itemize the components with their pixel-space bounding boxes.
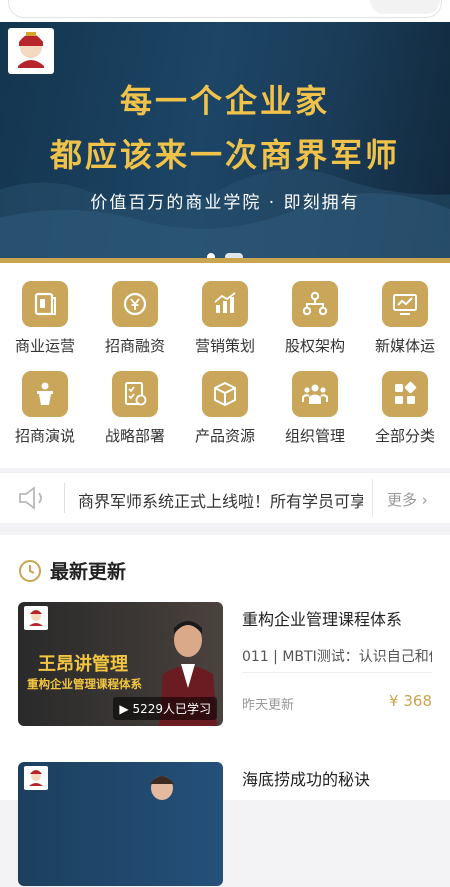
- announcement-bar[interactable]: 商界军师系统正式上线啦！所有学员可享受 更多 ›: [0, 472, 450, 523]
- brand-logo: [24, 606, 48, 630]
- course-thumbnail[interactable]: [18, 762, 223, 886]
- brand-logo: [24, 766, 48, 790]
- banner-subtitle: 价值百万的商业学院 · 即刻拥有: [90, 193, 360, 213]
- category-organization[interactable]: 组织管理: [270, 353, 360, 446]
- monitor-chart-icon: [382, 281, 428, 327]
- thumbnail-title: 王昂讲管理: [38, 654, 128, 675]
- brand-logo: [8, 28, 54, 74]
- more-link[interactable]: 更多 ›: [387, 489, 428, 510]
- checklist-icon: [112, 371, 158, 417]
- category-strategy[interactable]: 战略部署: [90, 353, 180, 446]
- top-bar: [0, 0, 450, 22]
- category-label: 招商演说: [14, 427, 75, 445]
- category-financing[interactable]: 招商融资: [90, 263, 180, 356]
- speaker-icon: [19, 486, 42, 510]
- category-label: 组织管理: [284, 427, 345, 445]
- section-title: 最新更新: [50, 561, 127, 583]
- banner-headline-1: 每一个企业家: [119, 82, 330, 120]
- latest-updates-section: 最新更新 王昂讲管理 重构企业管理课程体系 ▶ 5229人已学习 重构企业管理课…: [0, 535, 450, 886]
- learners-badge: ▶ 5229人已学习: [113, 697, 217, 720]
- chevron-right-icon: ›: [421, 491, 428, 509]
- category-marketing[interactable]: 营销策划: [180, 263, 270, 356]
- category-grid: 商业运营 招商融资 营销策划 股权架构 新媒体运 招商演说 战略部署 产品资源 …: [0, 263, 450, 468]
- grid-icon: [382, 371, 428, 417]
- document-icon: [22, 281, 68, 327]
- update-time: 昨天更新: [242, 698, 295, 713]
- learners-count: 5229人已学习: [132, 702, 211, 716]
- bar-chart-icon: [202, 281, 248, 327]
- divider: [64, 483, 65, 513]
- section-header: 最新更新: [18, 557, 126, 584]
- more-label: 更多: [387, 491, 418, 509]
- category-label: 战略部署: [104, 427, 165, 445]
- box-icon: [202, 371, 248, 417]
- search-button[interactable]: [370, 0, 440, 14]
- latest-episode[interactable]: 011 | MBTI测试：认识自己和他人: [242, 646, 432, 673]
- category-all[interactable]: 全部分类: [360, 353, 450, 446]
- category-label: 产品资源: [194, 427, 255, 445]
- category-equity[interactable]: 股权架构: [270, 263, 360, 356]
- divider: [372, 479, 373, 517]
- carousel-indicator[interactable]: [0, 246, 450, 258]
- team-icon: [292, 371, 338, 417]
- banner-headline-2: 都应该来一次商界军师: [49, 136, 400, 174]
- lecturer-photo: [150, 776, 174, 800]
- course-card[interactable]: 海底捞成功的秘诀: [18, 762, 432, 887]
- podium-icon: [22, 371, 68, 417]
- course-title[interactable]: 重构企业管理课程体系: [242, 606, 432, 630]
- course-info: 重构企业管理课程体系 011 | MBTI测试：认识自己和他人 昨天更新 ¥ 3…: [242, 602, 432, 713]
- hierarchy-icon: [292, 281, 338, 327]
- course-card[interactable]: 王昂讲管理 重构企业管理课程体系 ▶ 5229人已学习 重构企业管理课程体系 0…: [18, 602, 432, 727]
- coin-icon: [112, 281, 158, 327]
- category-business-operation[interactable]: 商业运营: [0, 263, 90, 356]
- announcement-text[interactable]: 商界军师系统正式上线啦！所有学员可享受: [78, 488, 363, 512]
- category-new-media[interactable]: 新媒体运: [360, 263, 450, 356]
- clock-icon: [19, 559, 41, 582]
- category-speech[interactable]: 招商演说: [0, 353, 90, 446]
- course-price: ¥ 368: [389, 692, 432, 710]
- course-thumbnail[interactable]: 王昂讲管理 重构企业管理课程体系 ▶ 5229人已学习: [18, 602, 223, 726]
- course-info: 海底捞成功的秘诀: [242, 762, 432, 790]
- thumbnail-subtitle: 重构企业管理课程体系: [27, 677, 142, 691]
- category-label: 全部分类: [374, 427, 435, 445]
- promo-banner[interactable]: 每一个企业家 都应该来一次商界军师 价值百万的商业学院 · 即刻拥有: [0, 22, 450, 258]
- course-title[interactable]: 海底捞成功的秘诀: [242, 766, 432, 790]
- category-product[interactable]: 产品资源: [180, 353, 270, 446]
